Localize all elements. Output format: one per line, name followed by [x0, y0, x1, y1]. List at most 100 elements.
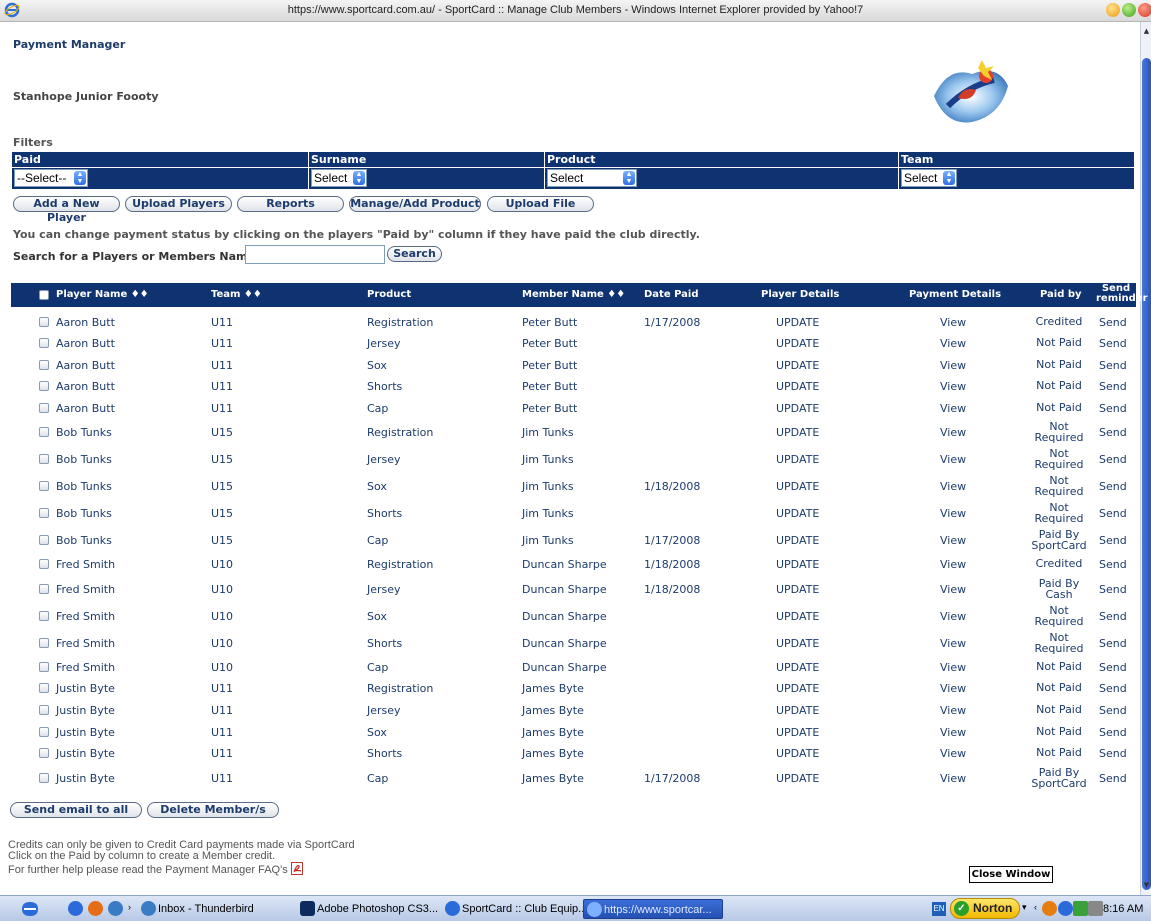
send-reminder-link[interactable]: Send	[1099, 610, 1127, 623]
view-payment-link[interactable]: View	[940, 637, 966, 650]
tray-expand-icon[interactable]: ‹	[1034, 902, 1037, 912]
row-checkbox[interactable]	[39, 748, 49, 758]
view-payment-link[interactable]: View	[940, 359, 966, 372]
update-link[interactable]: UPDATE	[776, 426, 819, 439]
player-name-link[interactable]: Bob Tunks	[56, 453, 112, 466]
row-checkbox[interactable]	[39, 535, 49, 545]
norton-dropdown-icon[interactable]: ▾	[1022, 902, 1027, 913]
member-name-link[interactable]: Peter Butt	[522, 316, 577, 329]
member-name-link[interactable]: Jim Tunks	[522, 507, 574, 520]
member-name-link[interactable]: James Byte	[522, 747, 584, 760]
send-reminder-link[interactable]: Send	[1099, 480, 1127, 493]
search-input[interactable]	[245, 245, 385, 264]
paid-by-cell[interactable]: Paid By Cash	[1022, 578, 1096, 600]
scroll-down-icon[interactable]: ▼	[1142, 880, 1151, 890]
view-payment-link[interactable]: View	[940, 316, 966, 329]
update-link[interactable]: UPDATE	[776, 480, 819, 493]
paid-by-cell[interactable]: Not Paid	[1022, 747, 1096, 758]
send-reminder-link[interactable]: Send	[1099, 704, 1127, 717]
player-name-link[interactable]: Aaron Butt	[56, 380, 115, 393]
view-payment-link[interactable]: View	[940, 610, 966, 623]
row-checkbox[interactable]	[39, 360, 49, 370]
row-checkbox[interactable]	[39, 638, 49, 648]
taskbar-photoshop[interactable]: Adobe Photoshop CS3...	[297, 899, 438, 919]
update-link[interactable]: UPDATE	[776, 558, 819, 571]
scrollbar-thumb[interactable]	[1142, 58, 1151, 890]
add-player-button[interactable]: Add a New Player	[13, 196, 120, 224]
row-checkbox[interactable]	[39, 773, 49, 783]
row-checkbox[interactable]	[39, 381, 49, 391]
view-payment-link[interactable]: View	[940, 558, 966, 571]
player-name-link[interactable]: Aaron Butt	[56, 316, 115, 329]
search-button[interactable]: Search	[387, 246, 442, 262]
send-reminder-link[interactable]: Send	[1099, 682, 1127, 695]
maximize-button[interactable]	[1122, 3, 1136, 17]
row-checkbox[interactable]	[39, 683, 49, 693]
member-name-link[interactable]: Peter Butt	[522, 402, 577, 415]
member-name-link[interactable]: James Byte	[522, 704, 584, 717]
reports-button[interactable]: Reports	[237, 196, 344, 212]
start-icon[interactable]	[20, 900, 40, 918]
send-reminder-link[interactable]: Send	[1099, 534, 1127, 547]
view-payment-link[interactable]: View	[940, 480, 966, 493]
paid-by-cell[interactable]: Paid By SportCard	[1022, 529, 1096, 551]
update-link[interactable]: UPDATE	[776, 337, 819, 350]
update-link[interactable]: UPDATE	[776, 316, 819, 329]
member-name-link[interactable]: Duncan Sharpe	[522, 610, 607, 623]
paid-by-cell[interactable]: Not Required	[1022, 475, 1096, 497]
update-link[interactable]: UPDATE	[776, 726, 819, 739]
member-name-link[interactable]: James Byte	[522, 682, 584, 695]
minimize-button[interactable]	[1106, 3, 1120, 17]
player-name-link[interactable]: Bob Tunks	[56, 426, 112, 439]
paid-by-cell[interactable]: Not Paid	[1022, 661, 1096, 672]
taskbar-club-equip[interactable]: SportCard :: Club Equip...	[442, 899, 587, 919]
header-player-name[interactable]: Player Name ♦♦	[56, 289, 149, 300]
paid-by-cell[interactable]: Not Required	[1022, 632, 1096, 654]
pdf-icon[interactable]	[290, 862, 303, 875]
paid-by-cell[interactable]: Not Paid	[1022, 704, 1096, 715]
row-checkbox[interactable]	[39, 662, 49, 672]
update-link[interactable]: UPDATE	[776, 583, 819, 596]
member-name-link[interactable]: Peter Butt	[522, 380, 577, 393]
taskbar-thunderbird[interactable]: Inbox - Thunderbird	[138, 899, 274, 919]
paid-by-cell[interactable]: Not Required	[1022, 502, 1096, 524]
member-name-link[interactable]: Duncan Sharpe	[522, 558, 607, 571]
row-checkbox[interactable]	[39, 584, 49, 594]
view-payment-link[interactable]: View	[940, 772, 966, 785]
update-link[interactable]: UPDATE	[776, 772, 819, 785]
member-name-link[interactable]: Peter Butt	[522, 337, 577, 350]
player-name-link[interactable]: Aaron Butt	[56, 359, 115, 372]
update-link[interactable]: UPDATE	[776, 402, 819, 415]
member-name-link[interactable]: Duncan Sharpe	[522, 583, 607, 596]
paid-by-cell[interactable]: Credited	[1022, 558, 1096, 569]
paid-by-cell[interactable]: Paid By SportCard	[1022, 767, 1096, 789]
delete-members-button[interactable]: Delete Member/s	[147, 802, 279, 818]
send-reminder-link[interactable]: Send	[1099, 337, 1127, 350]
player-name-link[interactable]: Bob Tunks	[56, 507, 112, 520]
player-name-link[interactable]: Fred Smith	[56, 610, 115, 623]
close-window-link-button[interactable]: Close Window	[969, 866, 1053, 883]
header-team[interactable]: Team ♦♦	[211, 289, 262, 300]
row-checkbox[interactable]	[39, 727, 49, 737]
player-name-link[interactable]: Justin Byte	[56, 704, 115, 717]
manage-product-button[interactable]: Manage/Add Product	[349, 196, 481, 212]
paid-by-cell[interactable]: Not Paid	[1022, 337, 1096, 348]
send-reminder-link[interactable]: Send	[1099, 426, 1127, 439]
view-payment-link[interactable]: View	[940, 661, 966, 674]
paid-by-cell[interactable]: Not Paid	[1022, 359, 1096, 370]
send-reminder-link[interactable]: Send	[1099, 402, 1127, 415]
send-reminder-link[interactable]: Send	[1099, 583, 1127, 596]
send-reminder-link[interactable]: Send	[1099, 661, 1127, 674]
send-reminder-link[interactable]: Send	[1099, 558, 1127, 571]
paid-by-cell[interactable]: Not Paid	[1022, 682, 1096, 693]
view-payment-link[interactable]: View	[940, 337, 966, 350]
send-reminder-link[interactable]: Send	[1099, 637, 1127, 650]
update-link[interactable]: UPDATE	[776, 534, 819, 547]
row-checkbox[interactable]	[39, 481, 49, 491]
update-link[interactable]: UPDATE	[776, 507, 819, 520]
member-name-link[interactable]: Jim Tunks	[522, 480, 574, 493]
player-name-link[interactable]: Fred Smith	[56, 637, 115, 650]
send-reminder-link[interactable]: Send	[1099, 380, 1127, 393]
paid-by-cell[interactable]: Not Paid	[1022, 402, 1096, 413]
surname-select[interactable]: Select ▲ ▼	[311, 169, 367, 187]
